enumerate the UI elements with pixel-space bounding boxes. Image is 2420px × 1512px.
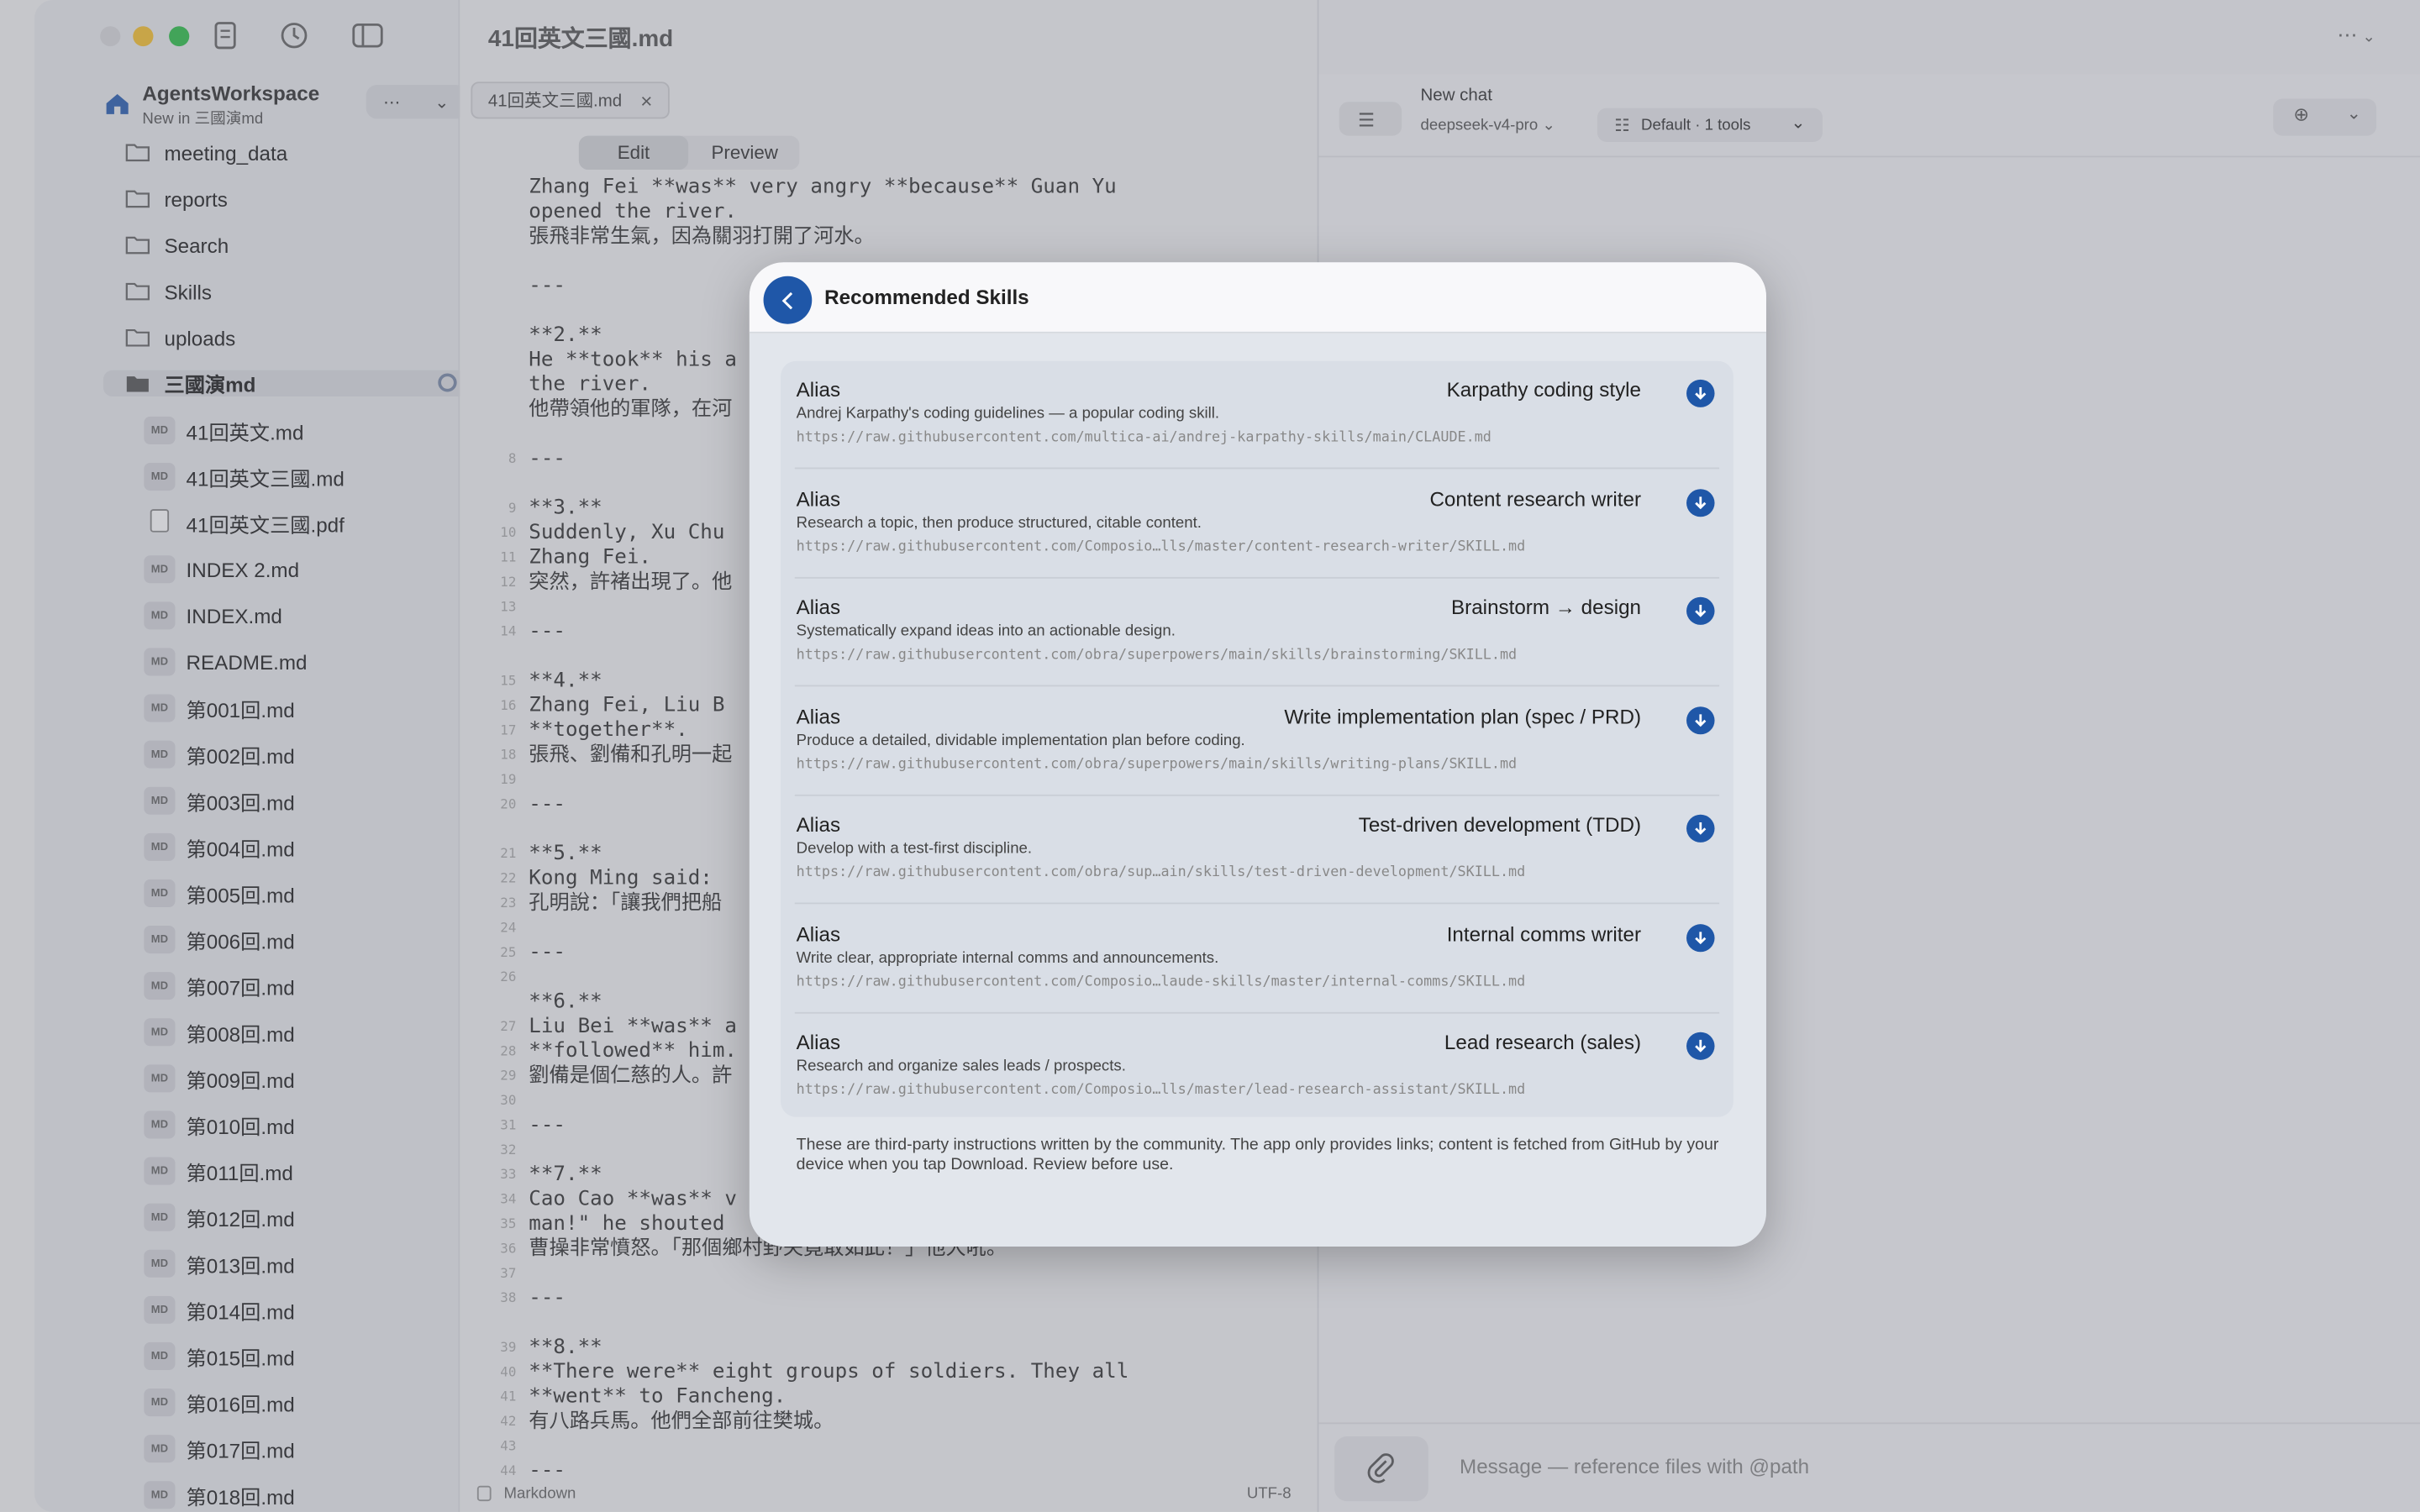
disclaimer-text: These are third-party instructions writt… [796, 1135, 1719, 1174]
download-button[interactable] [1686, 923, 1715, 952]
skill-name: Write implementation plan (spec / PRD) [1284, 704, 1642, 728]
recommended-skills-dialog: Recommended Skills Alias Karpathy coding … [749, 262, 1766, 1247]
row-divider [794, 793, 1720, 795]
dialog-title: Recommended Skills [824, 285, 1029, 309]
skill-row: Alias Lead research (sales) Research and o… [781, 1014, 1733, 1122]
skill-row: Alias Write implementation plan (spec / P… [781, 687, 1733, 795]
skill-name: Brainstorm → design [1451, 595, 1642, 619]
skill-name: Test-driven development (TDD) [1358, 812, 1642, 837]
skill-url[interactable]: https://raw.githubusercontent.com/Compos… [797, 974, 1526, 990]
skill-row: Alias Test-driven development (TDD) Develo… [781, 796, 1733, 905]
dialog-header: Recommended Skills [749, 262, 1766, 333]
skill-alias: Alias [796, 1030, 841, 1054]
download-icon [1695, 387, 1707, 400]
skill-row: Alias Karpathy coding style Andrej Karpath… [781, 361, 1733, 470]
skill-alias: Alias [796, 704, 841, 728]
skill-url[interactable]: https://raw.githubusercontent.com/obra/s… [797, 865, 1526, 880]
chevron-left-icon [781, 291, 792, 309]
skill-name: Karpathy coding style [1446, 377, 1642, 402]
download-button[interactable] [1686, 1032, 1715, 1060]
row-divider [794, 902, 1720, 905]
skill-alias: Alias [796, 921, 841, 945]
skill-name: Internal comms writer [1446, 921, 1642, 945]
skill-description: Write clear, appropriate internal comms … [796, 949, 1219, 967]
download-icon [1695, 931, 1707, 944]
skill-url[interactable]: https://raw.githubusercontent.com/obra/s… [797, 648, 1518, 663]
download-icon [1695, 604, 1707, 617]
skill-name: Lead research (sales) [1444, 1030, 1642, 1054]
skill-row: Alias Internal comms writer Write clear, a… [781, 905, 1733, 1013]
skill-url[interactable]: https://raw.githubusercontent.com/multic… [797, 430, 1491, 445]
download-button[interactable] [1686, 488, 1715, 517]
download-button[interactable] [1686, 596, 1715, 625]
download-button[interactable] [1686, 379, 1715, 407]
row-divider [794, 576, 1720, 578]
skill-row: Alias Content research writer Research a t… [781, 470, 1733, 578]
skill-description: Research and organize sales leads / pros… [796, 1058, 1126, 1076]
row-divider [794, 1011, 1720, 1013]
app-window: AgentsWorkspace New in 三國演md ⋯ ⌄ meeting… [0, 0, 2420, 1512]
skill-url[interactable]: https://raw.githubusercontent.com/Compos… [797, 539, 1526, 554]
skill-alias: Alias [796, 486, 841, 511]
skill-url[interactable]: https://raw.githubusercontent.com/Compos… [797, 1083, 1526, 1098]
download-icon [1695, 496, 1707, 509]
download-button[interactable] [1686, 814, 1715, 843]
skill-description: Research a topic, then produce structure… [796, 514, 1202, 532]
skill-url[interactable]: https://raw.githubusercontent.com/obra/s… [797, 757, 1518, 772]
skill-list: Alias Karpathy coding style Andrej Karpath… [781, 360, 1733, 1117]
skill-description: Andrej Karpathy's coding guidelines — a … [796, 406, 1220, 423]
row-divider [794, 467, 1720, 470]
download-icon [1695, 1039, 1707, 1053]
row-divider [794, 685, 1720, 687]
skill-description: Systematically expand ideas into an acti… [796, 623, 1176, 641]
back-button[interactable] [763, 276, 813, 324]
download-button[interactable] [1686, 706, 1715, 734]
skill-alias: Alias [796, 595, 841, 619]
skill-name: Content research writer [1429, 486, 1642, 511]
skill-row: Alias Brainstorm → design Systematically e… [781, 579, 1733, 687]
skill-description: Develop with a test-first discipline. [796, 841, 1033, 858]
skill-alias: Alias [796, 812, 841, 837]
download-icon [1695, 713, 1707, 727]
download-icon [1695, 822, 1707, 835]
skill-alias: Alias [796, 377, 841, 402]
skill-description: Produce a detailed, dividable implementa… [796, 732, 1245, 749]
